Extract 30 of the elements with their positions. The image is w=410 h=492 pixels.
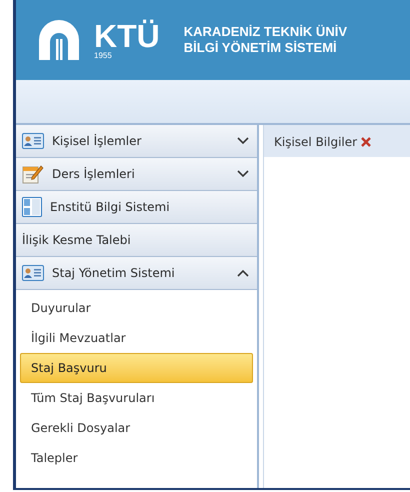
layout-icon [22, 197, 42, 217]
logo-year: 1955 [94, 52, 113, 60]
chevron-icon [237, 137, 249, 145]
sidebar-group-header[interactable]: Staj Yönetim Sistemi [16, 257, 257, 290]
id-card-icon [22, 133, 44, 149]
title-line: KARADENİZ TEKNİK ÜNİV [184, 24, 347, 40]
id-card-icon [22, 265, 44, 281]
chevron-icon [237, 269, 249, 277]
group-label: Enstitü Bilgi Sistemi [50, 199, 170, 216]
chevron-icon [237, 170, 249, 178]
sidebar-item[interactable]: Talepler [20, 443, 253, 473]
sidebar-item[interactable]: İlgili Mevzuatlar [20, 323, 253, 353]
logo-icon [36, 17, 82, 63]
group-label: Staj Yönetim Sistemi [52, 265, 175, 282]
group-label: Ders İşlemleri [52, 166, 135, 183]
logo-text: KTÜ [94, 20, 160, 52]
sidebar-item[interactable]: Staj Başvuru [20, 353, 253, 383]
group-label: İlişik Kesme Talebi [22, 232, 131, 249]
close-icon[interactable] [361, 137, 372, 147]
group-label: Kişisel İşlemler [52, 133, 142, 150]
sidebar-item[interactable]: Gerekli Dosyalar [20, 413, 253, 443]
notepad-pencil-icon [22, 164, 44, 184]
sidebar-group-header[interactable]: Kişisel İşlemler [16, 125, 257, 158]
sidebar-item[interactable]: Tüm Staj Başvuruları [20, 383, 253, 413]
sidebar-group-header[interactable]: İlişik Kesme Talebi [16, 224, 257, 257]
sidebar-group-header[interactable]: Ders İşlemleri [16, 158, 257, 191]
sidebar-item[interactable]: Duyurular [20, 293, 253, 323]
tab[interactable]: Kişisel Bilgiler [274, 133, 358, 151]
sidebar-group-header[interactable]: Enstitü Bilgi Sistemi [16, 191, 257, 224]
title-line: BİLGİ YÖNETİM SİSTEMİ [184, 40, 338, 56]
